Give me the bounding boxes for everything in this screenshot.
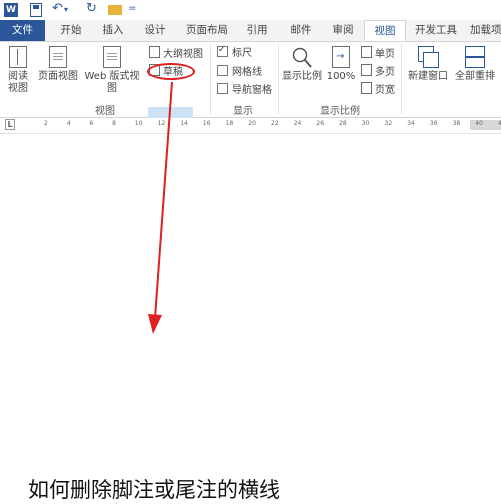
caption-text: 如何删除脚注或尾注的横线 [28,478,280,502]
red-annotation-arrow [148,81,173,334]
